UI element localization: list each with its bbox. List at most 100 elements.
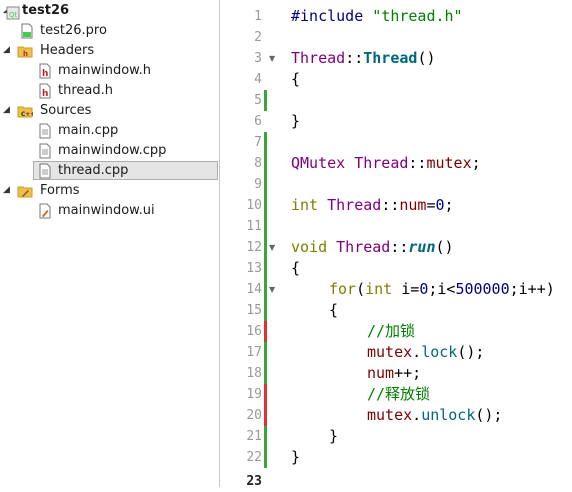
code-line-1: #include "thread.h" — [291, 6, 463, 27]
tree-item-label: mainwindow.h — [58, 63, 151, 78]
code-token: Thread — [363, 49, 418, 67]
line-number: 6 — [254, 114, 262, 129]
line-number: 15 — [246, 303, 262, 318]
code-line-17: mutex.lock(); — [367, 342, 484, 363]
code-token: 500000 — [455, 280, 510, 298]
tree-item-label: mainwindow.cpp — [58, 143, 167, 158]
code-line-18: num++; — [367, 363, 421, 384]
code-token: 0 — [419, 280, 429, 298]
code-token: 0 — [435, 196, 445, 214]
tree-item-label: Sources — [40, 103, 92, 118]
code-editor[interactable]: #include "thread.h" Thread::Thread() { }… — [285, 0, 572, 487]
code-line-21: } — [329, 427, 339, 445]
code-line-3: Thread::Thread() — [291, 48, 436, 69]
code-token: num — [399, 196, 427, 214]
code-token: int — [365, 280, 393, 298]
header-file-icon: h — [37, 63, 53, 79]
line-number: 20 — [246, 408, 262, 423]
svg-text:h: h — [23, 50, 28, 58]
expand-arrow-icon[interactable]: ◢ — [3, 103, 13, 117]
folder-forms-icon — [17, 183, 33, 199]
tree-project-root[interactable]: ◢ Qt test26 — [0, 1, 219, 21]
source-file-icon — [37, 163, 53, 179]
code-token: :: — [390, 238, 409, 256]
line-number: 8 — [254, 156, 262, 171]
line-number-current: 23 — [246, 474, 262, 489]
code-line-8: QMutex Thread::mutex; — [291, 153, 481, 174]
fold-arrow-icon[interactable]: ▼ — [269, 279, 279, 300]
code-line-4: { — [291, 70, 301, 88]
project-tree[interactable]: ◢ Qt test26 test26.pro ◢ h Headers h mai… — [0, 0, 219, 487]
code-token: ;i< — [428, 280, 456, 298]
code-token: Thread — [327, 196, 382, 214]
code-token: mutex — [367, 343, 413, 361]
pro-file-icon — [19, 23, 35, 39]
tree-item-label: Headers — [40, 43, 95, 58]
code-token: :: — [381, 196, 400, 214]
svg-text:h: h — [42, 69, 48, 79]
code-line-20: mutex.unlock(); — [367, 405, 502, 426]
tree-item-mainwindow-h[interactable]: h mainwindow.h — [0, 61, 219, 81]
code-line-12: void Thread::run() — [291, 237, 454, 258]
line-number: 5 — [254, 93, 262, 108]
code-token: (); — [475, 406, 503, 424]
code-token: #include — [291, 7, 364, 25]
qt-project-icon: Qt — [5, 5, 21, 21]
tree-item-mainwindow-cpp[interactable]: mainwindow.cpp — [0, 141, 219, 161]
expand-arrow-icon[interactable]: ◢ — [3, 183, 13, 197]
tree-item-thread-h[interactable]: h thread.h — [0, 81, 219, 101]
source-file-icon — [37, 143, 53, 159]
editor-gutter[interactable]: 1 2 3 4 5 6 7 8 9 10 11 12 13 14 15 16 1… — [220, 0, 285, 489]
tree-folder-sources[interactable]: ◢ C++ Sources — [0, 101, 219, 121]
code-line-14: for(int i=0;i<500000;i++) — [329, 279, 555, 300]
code-token: ; — [444, 196, 454, 214]
tree-item-pro-file[interactable]: test26.pro — [0, 21, 219, 41]
tree-item-label: mainwindow.ui — [58, 203, 155, 218]
line-number: 4 — [254, 72, 262, 87]
code-token: "thread.h" — [372, 7, 463, 25]
code-token: void — [291, 238, 328, 256]
code-token: mutex — [367, 406, 413, 424]
tree-item-thread-cpp[interactable]: thread.cpp — [0, 161, 219, 181]
line-number: 3 — [254, 51, 262, 66]
modified-line-marker — [264, 384, 267, 426]
line-number: 21 — [246, 429, 262, 444]
code-token: num — [367, 364, 395, 382]
line-number: 12 — [246, 240, 262, 255]
tree-folder-headers[interactable]: ◢ h Headers — [0, 41, 219, 61]
line-number: 10 — [246, 198, 262, 213]
code-token: . — [412, 343, 422, 361]
tree-item-main-cpp[interactable]: main.cpp — [0, 121, 219, 141]
tree-item-label: thread.cpp — [58, 163, 129, 178]
tree-item-label: thread.h — [58, 83, 113, 98]
code-token: QMutex — [291, 154, 346, 172]
source-file-icon — [37, 123, 53, 139]
code-token: ++; — [394, 364, 422, 382]
expand-arrow-icon[interactable]: ◢ — [3, 43, 13, 57]
tree-item-label: test26.pro — [40, 23, 107, 38]
line-number: 17 — [246, 345, 262, 360]
tree-folder-forms[interactable]: ◢ Forms — [0, 181, 219, 201]
line-number: 11 — [246, 219, 262, 234]
line-number: 13 — [246, 261, 262, 276]
code-token: . — [412, 406, 422, 424]
code-token: Thread — [291, 49, 346, 67]
header-file-icon: h — [37, 83, 53, 99]
code-token: int — [291, 196, 319, 214]
code-line-13: { — [291, 259, 301, 277]
line-number: 9 — [254, 177, 262, 192]
code-line-10: int Thread::num=0; — [291, 195, 454, 216]
svg-text:Qt: Qt — [9, 11, 18, 19]
fold-arrow-icon[interactable]: ▼ — [269, 48, 279, 69]
code-line-6: } — [291, 112, 301, 130]
fold-arrow-icon[interactable]: ▼ — [269, 237, 279, 258]
line-number: 2 — [254, 30, 262, 45]
tree-item-mainwindow-ui[interactable]: mainwindow.ui — [0, 201, 219, 221]
code-token: Thread — [354, 154, 409, 172]
form-file-icon — [37, 203, 53, 219]
code-token: :: — [345, 49, 364, 67]
code-token: unlock — [421, 406, 476, 424]
line-number: 19 — [246, 387, 262, 402]
svg-text:h: h — [42, 89, 48, 99]
folder-sources-icon: C++ — [17, 103, 35, 119]
